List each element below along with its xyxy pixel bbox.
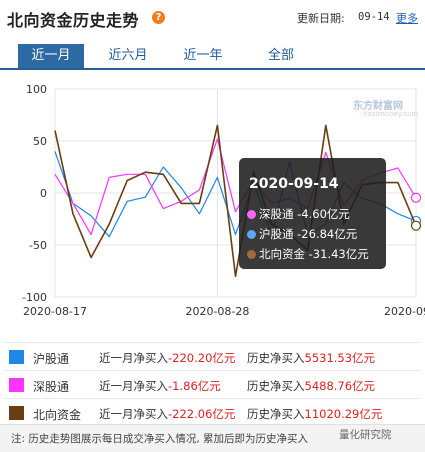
legend-month-north: 近一月净买入-222.06亿元 — [99, 407, 236, 421]
tooltip-row-north: 北向资金 -31.43亿元 — [247, 246, 369, 262]
legend-name-hu: 沪股通 — [33, 352, 70, 366]
tooltip-dot-shen — [247, 210, 256, 219]
y-tick-label: -50 — [29, 239, 47, 252]
legend-month-shen: 近一月净买入-1.86亿元 — [99, 379, 221, 393]
update-date-value: 09-14 — [358, 11, 390, 23]
tab-all[interactable]: 全部 — [248, 44, 314, 68]
y-tick-label: 50 — [33, 135, 47, 148]
tooltip-value-hu: -26.84亿元 — [297, 227, 358, 241]
series-point-1 — [410, 192, 422, 203]
y-axis: 100 50 0 -50 -100 — [22, 83, 47, 304]
tooltip-dot-north — [247, 250, 256, 259]
legend-hist-north: 历史净买入11020.29亿元 — [247, 407, 383, 421]
tooltip-name-north: 北向资金 — [259, 247, 305, 261]
legend-name-north: 北向资金 — [33, 408, 82, 422]
legend-month-hu: 近一月净买入-220.20亿元 — [99, 351, 236, 365]
tooltip-row-hu: 沪股通 -26.84亿元 — [247, 226, 357, 242]
y-tick-label: -100 — [22, 291, 47, 304]
series-point-2 — [410, 220, 422, 231]
page-title: 北向资金历史走势 — [7, 11, 140, 30]
update-date-label: 更新日期: — [297, 12, 345, 25]
legend-swatch-shen — [9, 378, 24, 392]
y-tick-label: 100 — [26, 83, 47, 96]
tooltip-value-shen: -4.60亿元 — [297, 207, 350, 221]
legend-hist-hu: 历史净买入5531.53亿元 — [247, 351, 376, 365]
y-tick-label: 0 — [40, 187, 47, 200]
header: 北向资金历史走势 ? 更新日期: 09-14 更多 — [0, 0, 425, 34]
legend-row-shen[interactable]: 深股通 近一月净买入-1.86亿元 历史净买入5488.76亿元 — [4, 370, 421, 396]
tooltip-dot-hu — [247, 230, 256, 239]
legend-row-north[interactable]: 北向资金 近一月净买入-222.06亿元 历史净买入11020.29亿元 — [4, 398, 421, 424]
x-tick-label: 2020-08-17 — [23, 305, 87, 318]
tooltip-value-north: -31.43亿元 — [308, 247, 369, 261]
tooltip-date: 2020-09-14 — [249, 176, 339, 192]
legend-swatch-north — [9, 406, 24, 420]
chart-tooltip: 2020-09-14 深股通 -4.60亿元 沪股通 -26.84亿元 北向资金… — [239, 158, 386, 269]
legend-swatch-hu — [9, 350, 24, 364]
period-tabs: 近一月 近六月 近一年 全部 — [0, 44, 425, 70]
tooltip-row-shen: 深股通 -4.60亿元 — [247, 206, 350, 222]
x-axis: 2020-08-17 2020-08-28 2020-09-14 — [23, 305, 425, 318]
legend-hist-shen: 历史净买入5488.76亿元 — [247, 379, 376, 393]
tooltip-name-shen: 深股通 — [259, 207, 294, 221]
watermark-wechat: 量化研究院 — [335, 427, 392, 442]
legend-name-shen: 深股通 — [33, 380, 70, 394]
tooltip-name-hu: 沪股通 — [259, 227, 294, 241]
tab-1-year[interactable]: 近一年 — [170, 44, 236, 68]
help-icon[interactable]: ? — [152, 11, 165, 24]
x-tick-label: 2020-09-14 — [384, 305, 425, 318]
tab-1-month[interactable]: 近一月 — [18, 44, 84, 68]
legend-row-hu[interactable]: 沪股通 近一月净买入-220.20亿元 历史净买入5531.53亿元 — [4, 342, 421, 368]
x-tick-label: 2020-08-28 — [185, 305, 249, 318]
more-link[interactable]: 更多 — [396, 10, 418, 26]
tab-6-months[interactable]: 近六月 — [95, 44, 161, 68]
